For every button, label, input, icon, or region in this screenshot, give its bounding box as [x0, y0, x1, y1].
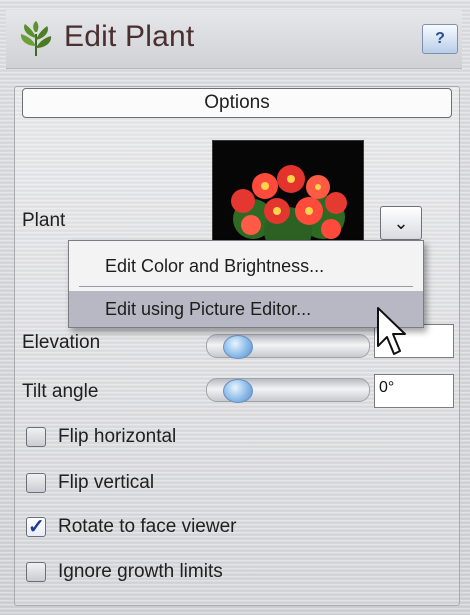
help-button[interactable]: ?: [422, 24, 458, 54]
tab-options[interactable]: Options: [22, 88, 452, 118]
flip-vertical-checkbox[interactable]: [26, 473, 46, 493]
flip-vertical-label: Flip vertical: [58, 472, 155, 493]
flip-horizontal-label: Flip horizontal: [58, 426, 177, 447]
window-title: Edit Plant: [64, 20, 195, 53]
plant-icon: [20, 21, 52, 56]
edit-plant-panel: Edit Plant ? Options Plant ⌄ Elevation T…: [0, 0, 470, 615]
menu-item-edit-picture-editor[interactable]: Edit using Picture Editor...: [69, 291, 423, 327]
mouse-cursor-icon: [377, 307, 406, 355]
rotate-to-face-viewer-label: Rotate to face viewer: [58, 516, 237, 537]
plant-label: Plant: [22, 210, 66, 231]
elevation-label: Elevation: [22, 332, 101, 353]
tilt-angle-slider[interactable]: [206, 378, 370, 403]
tilt-angle-field[interactable]: 0°: [374, 374, 454, 408]
flip-vertical-row[interactable]: Flip vertical: [26, 468, 154, 498]
rotate-to-face-viewer-row[interactable]: ✓ Rotate to face viewer: [26, 512, 236, 542]
plant-dropdown-menu: Edit Color and Brightness... Edit using …: [68, 240, 424, 328]
check-icon: ✓: [28, 516, 45, 538]
menu-separator: [79, 286, 413, 287]
flip-horizontal-row[interactable]: Flip horizontal: [26, 422, 176, 452]
panel-header: Edit Plant ?: [6, 10, 462, 69]
chevron-down-icon: ⌄: [393, 212, 409, 233]
ignore-growth-limits-row[interactable]: Ignore growth limits: [26, 557, 223, 587]
menu-item-edit-color-brightness[interactable]: Edit Color and Brightness...: [69, 248, 423, 284]
rotate-to-face-viewer-checkbox[interactable]: ✓: [26, 516, 46, 538]
ignore-growth-limits-label: Ignore growth limits: [58, 561, 223, 582]
ignore-growth-limits-checkbox[interactable]: [26, 562, 46, 582]
elevation-slider-knob[interactable]: [223, 335, 253, 359]
flip-horizontal-checkbox[interactable]: [26, 427, 46, 447]
plant-dropdown-button[interactable]: ⌄: [380, 206, 422, 240]
tilt-angle-label: Tilt angle: [22, 381, 99, 402]
tilt-angle-slider-knob[interactable]: [223, 379, 253, 403]
elevation-slider[interactable]: [206, 334, 370, 359]
